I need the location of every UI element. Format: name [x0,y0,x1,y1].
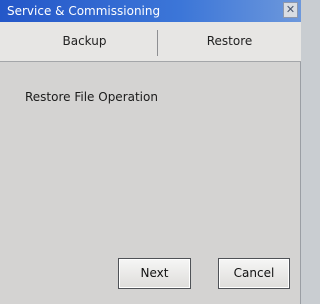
service-commissioning-dialog: Service & Commissioning ✕ Backup Restore… [0,0,301,304]
tab-restore[interactable]: Restore [158,22,301,61]
tab-backup[interactable]: Backup [12,22,157,61]
next-button[interactable]: Next [118,258,191,289]
cancel-button[interactable]: Cancel [218,258,290,289]
title-bar[interactable]: Service & Commissioning ✕ [0,0,301,22]
close-icon: ✕ [285,3,296,16]
close-button[interactable]: ✕ [283,2,298,18]
window-title: Service & Commissioning [7,4,161,18]
restore-operation-heading: Restore File Operation [25,90,158,104]
tab-strip: Backup Restore [0,22,301,62]
